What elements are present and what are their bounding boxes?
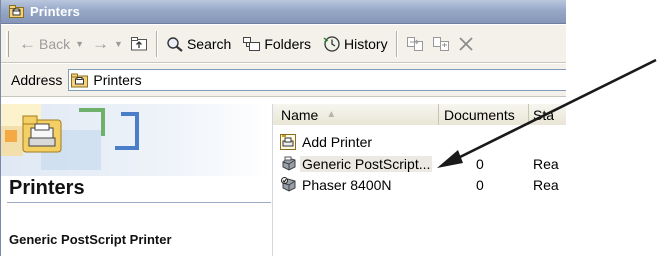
title-bar: Printers: [1, 0, 566, 24]
delete-button[interactable]: [454, 30, 478, 58]
history-button[interactable]: History: [319, 30, 392, 58]
printer-list: Name ▲ Documents Sta Add Printer Generic…: [273, 104, 566, 256]
list-item-add-printer[interactable]: Add Printer: [273, 133, 566, 151]
folders-icon: [243, 36, 261, 51]
address-field[interactable]: Printers: [68, 69, 566, 91]
column-status-label: Sta: [533, 106, 555, 123]
back-arrow-icon: ←: [19, 33, 36, 53]
list-item-name: Generic PostScript...: [300, 156, 433, 172]
list-item-name: Phaser 8400N: [302, 177, 392, 193]
printer-icon: [282, 156, 296, 171]
printers-folder-icon: [71, 73, 89, 87]
column-documents-label: Documents: [444, 106, 515, 123]
list-item-name-cell: Add Printer: [273, 134, 439, 150]
history-icon: [323, 36, 340, 52]
up-folder-button[interactable]: [127, 30, 152, 58]
toolbar: ← Back ▼ → ▼ Search Folders History: [1, 25, 566, 63]
column-name-label: Name: [281, 106, 319, 123]
list-item-name-cell: Phaser 8400N: [273, 177, 439, 193]
search-button[interactable]: Search: [162, 30, 235, 58]
list-item-documents: 0: [476, 156, 484, 172]
forward-arrow-icon: →: [92, 33, 110, 53]
move-to-icon: [406, 36, 423, 51]
sort-ascending-icon: ▲: [326, 109, 337, 120]
move-to-button[interactable]: [402, 30, 428, 58]
forward-dropdown-icon[interactable]: ▼: [114, 39, 123, 49]
list-item-status: Rea: [533, 177, 559, 193]
search-label: Search: [186, 35, 232, 52]
search-icon: [167, 36, 183, 52]
toolbar-separator: [155, 30, 158, 57]
column-header-documents[interactable]: Documents: [439, 104, 529, 125]
forward-button[interactable]: → ▼: [88, 30, 127, 58]
column-header-status[interactable]: Sta: [529, 104, 566, 125]
address-bar: Address Printers: [1, 64, 566, 97]
toolbar-separator: [395, 30, 398, 57]
list-item-generic-postscript[interactable]: Generic PostScript... 0 Rea: [273, 155, 566, 173]
folders-button[interactable]: Folders: [239, 30, 315, 58]
explorer-window: Printers ← Back ▼ → ▼ Search Folders His…: [0, 0, 566, 256]
address-value: Printers: [93, 72, 142, 88]
task-pane: Printers Generic PostScript Printer: [1, 104, 273, 256]
back-label: Back: [39, 35, 71, 52]
folders-label: Folders: [264, 35, 312, 52]
toolbar-grip[interactable]: [6, 30, 9, 57]
back-dropdown-icon[interactable]: ▼: [75, 39, 84, 49]
add-printer-icon: [280, 134, 296, 150]
column-header-name[interactable]: Name ▲: [273, 104, 439, 125]
list-item-status: Rea: [533, 156, 559, 172]
copy-to-button[interactable]: [428, 30, 454, 58]
window-title: Printers: [30, 4, 80, 19]
selected-printer-name: Generic PostScript Printer: [9, 232, 172, 247]
delete-x-icon: [458, 36, 473, 51]
list-item-name: Add Printer: [302, 134, 373, 150]
list-item-name-cell: Generic PostScript...: [273, 156, 439, 172]
printers-banner: [1, 104, 272, 176]
history-label: History: [344, 35, 388, 52]
up-folder-icon: [130, 37, 147, 51]
column-header-row: Name ▲ Documents Sta: [273, 104, 566, 125]
printer-icon: [281, 177, 296, 192]
copy-to-icon: [432, 36, 449, 51]
task-pane-title: Printers: [9, 177, 85, 199]
back-button[interactable]: ← Back ▼: [15, 30, 88, 58]
list-item-phaser-8400n[interactable]: Phaser 8400N 0 Rea: [273, 176, 566, 194]
list-item-documents: 0: [476, 177, 484, 193]
printer-folder-large-icon: [22, 115, 62, 153]
printers-folder-icon: [9, 5, 24, 18]
task-pane-divider: [7, 202, 271, 203]
address-label: Address: [11, 72, 63, 88]
